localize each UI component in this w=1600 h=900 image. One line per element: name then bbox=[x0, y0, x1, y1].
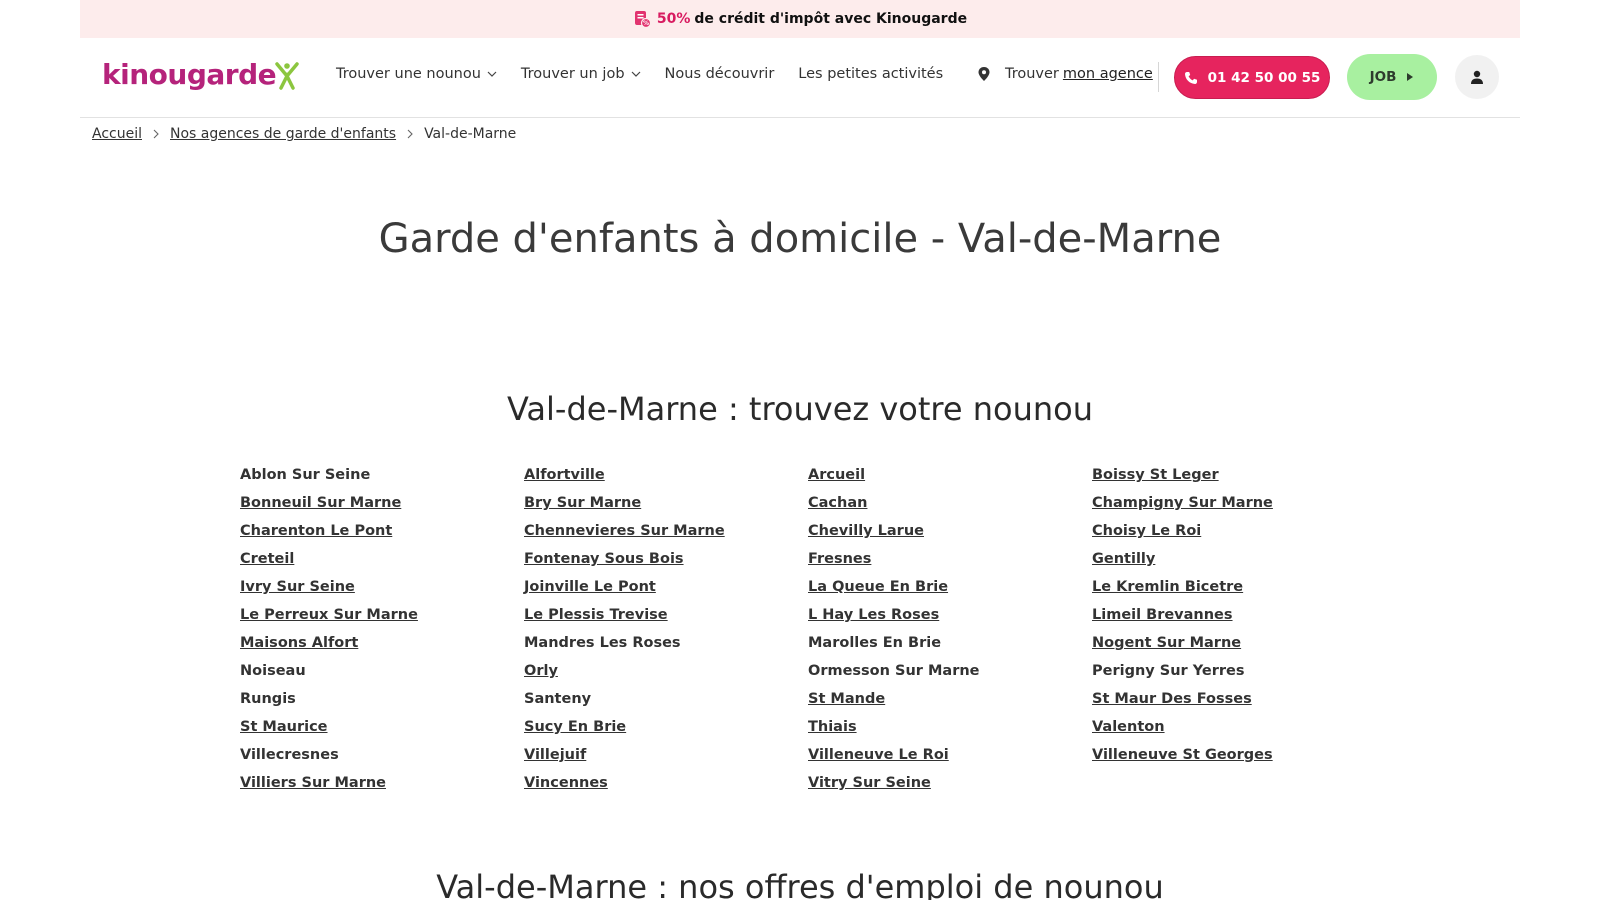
city-link[interactable]: Le Perreux Sur Marne bbox=[240, 607, 524, 635]
city-link[interactable]: Vitry Sur Seine bbox=[808, 775, 1092, 803]
nav-label: Nous découvrir bbox=[664, 66, 775, 82]
city-link: Mandres Les Roses bbox=[524, 635, 681, 651]
city-link[interactable]: Fontenay Sous Bois bbox=[524, 551, 808, 579]
agency-prefix: Trouver bbox=[1005, 66, 1059, 82]
city-link[interactable]: Orly bbox=[524, 663, 808, 691]
city-link[interactable]: Villeneuve Le Roi bbox=[808, 747, 1092, 775]
city-link: Perigny Sur Yerres bbox=[1092, 663, 1245, 679]
city-link[interactable]: St Maur Des Fosses bbox=[1092, 691, 1376, 719]
svg-text:%: % bbox=[643, 20, 649, 27]
city-link[interactable]: Chennevieres Sur Marne bbox=[524, 523, 808, 551]
city-link[interactable]: La Queue En Brie bbox=[808, 579, 1092, 607]
city-link[interactable]: Champigny Sur Marne bbox=[1092, 495, 1376, 523]
caret-right-icon bbox=[1407, 73, 1414, 81]
city-link[interactable]: Gentilly bbox=[1092, 551, 1376, 579]
city-link: Noiseau bbox=[240, 663, 306, 679]
city-link[interactable]: St Mande bbox=[808, 691, 1092, 719]
breadcrumb: Accueil Nos agences de garde d'enfants V… bbox=[92, 126, 516, 142]
city-link[interactable]: Le Plessis Trevise bbox=[524, 607, 808, 635]
phone-number: 01 42 50 00 55 bbox=[1207, 69, 1321, 86]
city-link[interactable]: Charenton Le Pont bbox=[240, 523, 524, 551]
header-divider bbox=[1158, 62, 1159, 92]
site-header: kinougarde Trouver une nounou Trouver un… bbox=[80, 38, 1520, 118]
chevron-right-icon bbox=[407, 129, 413, 139]
chevron-right-icon bbox=[153, 129, 159, 139]
city-link[interactable]: Arcueil bbox=[808, 467, 1092, 495]
city-link[interactable]: Joinville Le Pont bbox=[524, 579, 808, 607]
breadcrumb-current: Val-de-Marne bbox=[424, 126, 517, 142]
city-link[interactable]: Villiers Sur Marne bbox=[240, 775, 524, 803]
city-link[interactable]: Limeil Brevannes bbox=[1092, 607, 1376, 635]
logo[interactable]: kinougarde bbox=[102, 58, 300, 91]
phone-button[interactable]: 01 42 50 00 55 bbox=[1174, 56, 1330, 99]
city-link[interactable]: Thiais bbox=[808, 719, 1092, 747]
city-link[interactable]: Choisy Le Roi bbox=[1092, 523, 1376, 551]
nav-find-nanny[interactable]: Trouver une nounou bbox=[336, 66, 497, 82]
chevron-down-icon bbox=[631, 71, 640, 77]
nav-label: Trouver une nounou bbox=[336, 66, 481, 82]
city-link: Santeny bbox=[524, 691, 592, 707]
account-button[interactable] bbox=[1455, 55, 1499, 99]
city-link[interactable]: Bry Sur Marne bbox=[524, 495, 808, 523]
city-link[interactable]: Bonneuil Sur Marne bbox=[240, 495, 524, 523]
city-link[interactable]: Cachan bbox=[808, 495, 1092, 523]
city-link[interactable]: Valenton bbox=[1092, 719, 1376, 747]
breadcrumb-agencies[interactable]: Nos agences de garde d'enfants bbox=[170, 126, 396, 142]
city-link[interactable]: Ivry Sur Seine bbox=[240, 579, 524, 607]
city-link: Marolles En Brie bbox=[808, 635, 942, 651]
city-link[interactable]: St Maurice bbox=[240, 719, 524, 747]
city-link[interactable]: Vincennes bbox=[524, 775, 808, 803]
jobs-section-title: Val-de-Marne : nos offres d'emploi de no… bbox=[436, 868, 1164, 900]
job-button[interactable]: JOB bbox=[1347, 54, 1437, 100]
user-icon bbox=[1471, 70, 1483, 84]
page-title: Garde d'enfants à domicile - Val-de-Marn… bbox=[378, 216, 1222, 262]
city-link[interactable]: Villeneuve St Georges bbox=[1092, 747, 1376, 775]
logo-text: kinougarde bbox=[102, 58, 277, 91]
job-label: JOB bbox=[1369, 69, 1397, 85]
cities-section-title: Val-de-Marne : trouvez votre nounou bbox=[506, 390, 1093, 428]
nav-activities[interactable]: Les petites activités bbox=[798, 66, 943, 82]
city-link: Villecresnes bbox=[240, 747, 339, 763]
nav-label: Les petites activités bbox=[798, 66, 944, 82]
nav-discover[interactable]: Nous découvrir bbox=[665, 66, 775, 82]
promo-banner[interactable]: % 50% de crédit d'impôt avec Kinougarde bbox=[80, 0, 1520, 38]
main-nav: Trouver une nounou Trouver un job Nous d… bbox=[336, 66, 967, 82]
promo-percent: 50% bbox=[656, 11, 691, 27]
city-link[interactable]: Creteil bbox=[240, 551, 524, 579]
city-link: Ablon Sur Seine bbox=[240, 467, 371, 483]
chevron-down-icon bbox=[487, 71, 497, 77]
phone-icon bbox=[1184, 71, 1197, 84]
promo-text: de crédit d'impôt avec Kinougarde bbox=[694, 11, 968, 27]
city-link[interactable]: Maisons Alfort bbox=[240, 635, 524, 663]
breadcrumb-home[interactable]: Accueil bbox=[92, 126, 142, 142]
find-agency[interactable]: Trouver mon agence bbox=[977, 66, 1153, 82]
city-link[interactable]: Le Kremlin Bicetre bbox=[1092, 579, 1376, 607]
city-link[interactable]: L Hay Les Roses bbox=[808, 607, 1092, 635]
city-link: Rungis bbox=[240, 691, 296, 707]
location-pin-icon bbox=[978, 67, 990, 81]
city-link[interactable]: Villejuif bbox=[524, 747, 808, 775]
agency-link[interactable]: mon agence bbox=[1063, 66, 1153, 82]
tax-document-icon: % bbox=[634, 11, 651, 28]
city-link: Ormesson Sur Marne bbox=[808, 663, 980, 679]
city-link[interactable]: Fresnes bbox=[808, 551, 1092, 579]
city-link[interactable]: Nogent Sur Marne bbox=[1092, 635, 1376, 663]
nav-find-job[interactable]: Trouver un job bbox=[521, 66, 641, 82]
nav-label: Trouver un job bbox=[520, 66, 625, 82]
city-list: Ablon Sur Seine Alfortville Arcueil Boissy … bbox=[240, 467, 1380, 803]
city-link[interactable]: Boissy St Leger bbox=[1092, 467, 1376, 495]
logo-star-icon bbox=[275, 61, 299, 90]
city-link[interactable]: Chevilly Larue bbox=[808, 523, 1092, 551]
city-link[interactable]: Sucy En Brie bbox=[524, 719, 808, 747]
city-link[interactable]: Alfortville bbox=[524, 467, 808, 495]
